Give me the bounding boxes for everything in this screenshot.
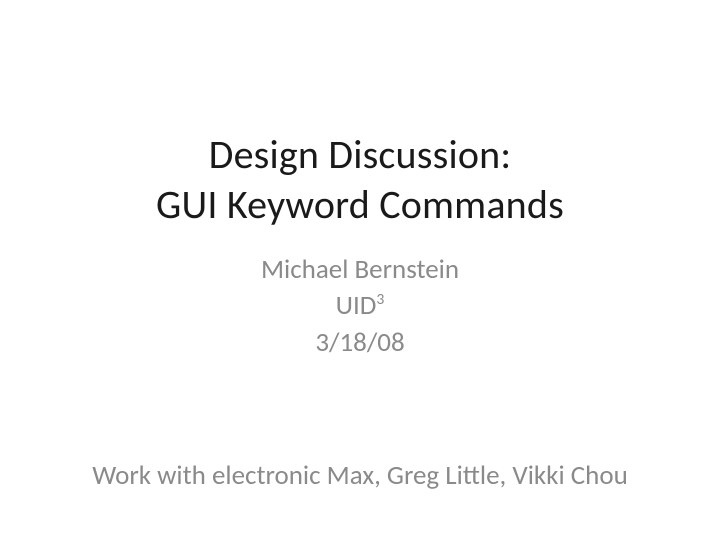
date: 3/18/08 [261,325,459,361]
affiliation: UID3 [261,288,459,324]
author-name: Michael Bernstein [261,252,459,288]
title-line-1: Design Discussion: [156,130,564,180]
credits-line: Work with electronic Max, Greg Little, V… [0,459,720,492]
affiliation-sup: 3 [376,290,384,309]
slide-subtitle: Michael Bernstein UID3 3/18/08 [261,252,459,361]
slide-title: Design Discussion: GUI Keyword Commands [156,130,564,230]
affiliation-base: UID [336,289,377,322]
title-line-2: GUI Keyword Commands [156,180,564,230]
